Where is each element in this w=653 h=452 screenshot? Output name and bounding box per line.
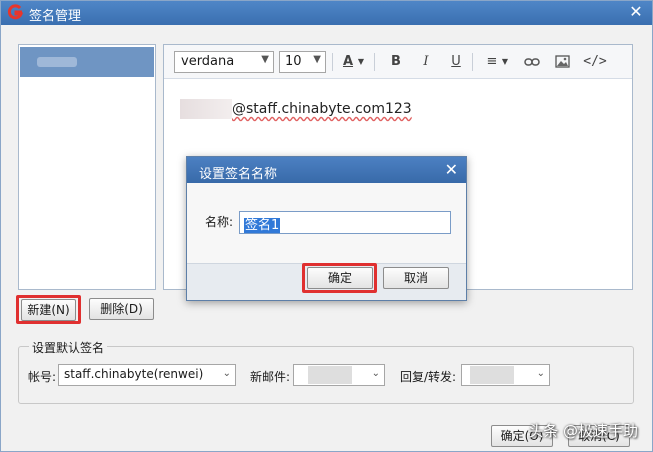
delete-signature-button[interactable]: 删除(D)	[89, 298, 154, 320]
chevron-down-icon: ▼	[313, 54, 321, 65]
dialog-title: 设置签名名称	[199, 167, 278, 182]
dialog-ok-button[interactable]: 确定	[307, 267, 373, 289]
window-titlebar: 签名管理 ✕	[1, 1, 652, 25]
dialog-body: 名称: 签名1	[187, 183, 466, 263]
bold-icon[interactable]: B	[386, 53, 406, 71]
account-select-value: staff.chinabyte(renwei)	[64, 367, 204, 381]
chevron-down-icon: ⌄	[371, 368, 380, 379]
editor-toolbar: verdana ▼ 10 ▼ A ▼ B I U ≡ ▼ </>	[164, 45, 632, 79]
window-title: 签名管理	[29, 9, 82, 24]
chevron-down-icon[interactable]: ▼	[356, 53, 366, 71]
source-code-icon[interactable]: </>	[582, 53, 608, 71]
toolbar-separator	[472, 53, 473, 71]
signature-email-text: @staff.chinabyte.com123	[232, 101, 412, 117]
chevron-down-icon: ▼	[261, 54, 269, 65]
new-mail-signature-select[interactable]: ⌄	[293, 364, 385, 386]
redacted-selection	[308, 366, 352, 384]
signature-name-value: 签名1	[244, 218, 281, 233]
align-icon[interactable]: ≡	[482, 53, 502, 71]
dialog-cancel-button[interactable]: 取消	[383, 267, 449, 289]
italic-icon[interactable]: I	[416, 53, 436, 71]
chevron-down-icon: ⌄	[536, 368, 545, 379]
link-icon[interactable]	[522, 53, 542, 71]
chevron-down-icon: ⌄	[222, 368, 231, 379]
chevron-down-icon[interactable]: ▼	[500, 53, 510, 71]
font-size-select[interactable]: 10 ▼	[279, 51, 326, 73]
font-color-icon[interactable]: A	[338, 53, 358, 71]
signature-list[interactable]	[18, 44, 156, 290]
new-mail-label: 新邮件:	[250, 370, 291, 384]
app-logo-icon	[7, 4, 24, 20]
reply-forward-signature-select[interactable]: ⌄	[461, 364, 550, 386]
redacted-selection	[470, 366, 514, 384]
editor-content[interactable]: @staff.chinabyte.com123	[180, 99, 412, 119]
default-signature-group-title: 设置默认签名	[29, 339, 108, 356]
signature-list-item[interactable]	[20, 47, 154, 77]
reply-forward-label: 回复/转发:	[400, 370, 457, 384]
window-close-icon[interactable]: ✕	[626, 2, 646, 22]
dialog-close-icon[interactable]: ✕	[445, 160, 458, 180]
account-label: 帐号:	[28, 370, 57, 384]
font-family-select[interactable]: verdana ▼	[174, 51, 274, 73]
font-size-value: 10	[285, 54, 302, 69]
account-select[interactable]: staff.chinabyte(renwei) ⌄	[58, 364, 236, 386]
signature-name-input[interactable]: 签名1	[239, 211, 451, 234]
toolbar-separator	[332, 53, 333, 71]
underline-icon[interactable]: U	[446, 53, 466, 71]
redacted-username	[180, 99, 232, 119]
redacted-signature-name	[37, 57, 77, 67]
set-signature-name-dialog: 设置签名名称 ✕ 名称: 签名1 确定 取消	[186, 156, 467, 301]
watermark-text: 头条 @极速手助	[528, 422, 638, 440]
image-icon[interactable]	[552, 53, 572, 71]
toolbar-separator	[374, 53, 375, 71]
signature-name-label: 名称:	[205, 215, 234, 229]
dialog-titlebar: 设置签名名称 ✕	[187, 157, 466, 183]
font-family-value: verdana	[181, 54, 235, 69]
new-signature-button[interactable]: 新建(N)	[21, 299, 76, 321]
